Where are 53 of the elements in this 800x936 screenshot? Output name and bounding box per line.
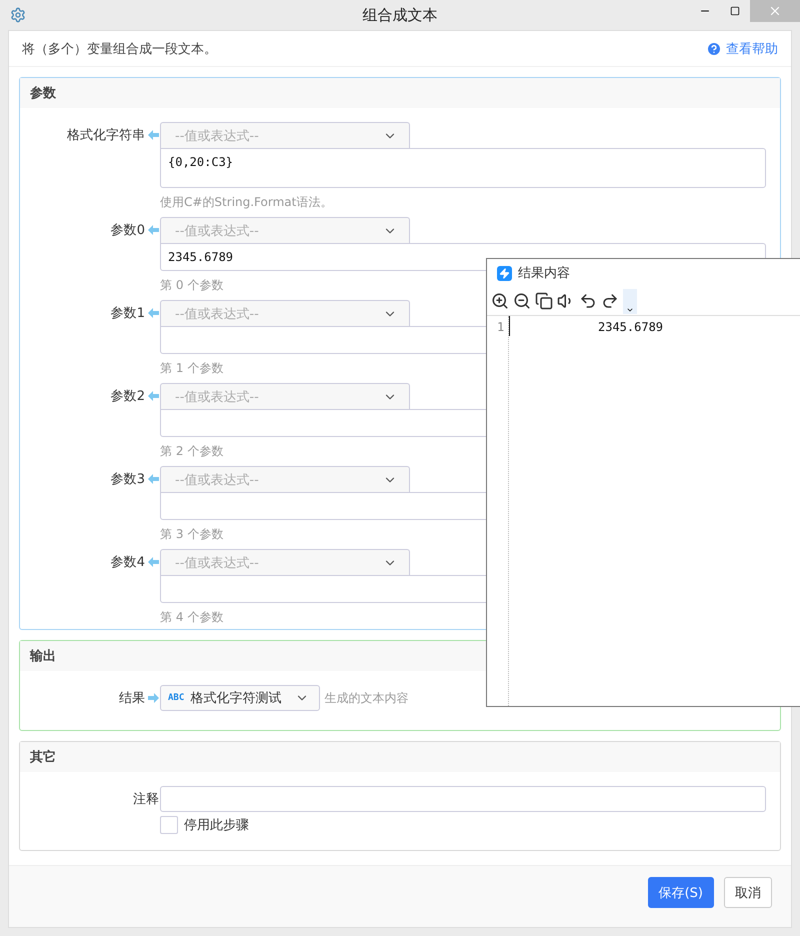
field-label: 参数0	[110, 222, 145, 239]
section-title: 输出	[30, 648, 56, 665]
copy-icon[interactable]	[535, 292, 553, 310]
expression-dropdown[interactable]: --值或表达式--	[160, 383, 410, 409]
left-arrow-icon	[148, 225, 159, 235]
maximize-icon	[730, 6, 740, 16]
settings-icon[interactable]	[10, 7, 26, 23]
hint-text: 第 1 个参数	[160, 360, 224, 377]
checkbox-label: 停用此步骤	[184, 817, 249, 834]
hint-text: 第 2 个参数	[160, 443, 224, 460]
description-text: 将（多个）变量组合成一段文本。	[22, 40, 217, 58]
zoom-out-icon[interactable]	[513, 292, 531, 310]
hint-text: 生成的文本内容	[324, 690, 408, 706]
expression-dropdown[interactable]: --值或表达式--	[160, 466, 410, 492]
field-label: 参数4	[110, 554, 145, 571]
field-label: 格式化字符串	[67, 127, 145, 144]
help-link[interactable]: 查看帮助	[706, 40, 778, 58]
left-arrow-icon	[148, 557, 159, 567]
field-label: 参数1	[110, 305, 145, 322]
left-arrow-icon	[148, 308, 159, 318]
field-label: 注释	[133, 791, 159, 808]
variable-dropdown[interactable]: ABC 格式化字符测试	[160, 685, 320, 711]
cancel-button[interactable]: 取消	[724, 877, 772, 908]
zoom-in-icon[interactable]	[491, 292, 509, 310]
expression-dropdown[interactable]: --值或表达式--	[160, 300, 410, 326]
left-arrow-icon	[148, 130, 159, 140]
expression-dropdown[interactable]: --值或表达式--	[160, 217, 410, 243]
section-title: 参数	[30, 85, 56, 102]
window-title: 组合成文本	[362, 6, 438, 24]
text-area[interactable]: {0,20:C3}	[160, 148, 766, 188]
line-number: 1	[487, 316, 509, 706]
undo-icon[interactable]	[579, 292, 597, 310]
right-arrow-icon	[148, 693, 159, 703]
help-icon	[706, 40, 722, 56]
code-line: 2345.6789	[597, 320, 664, 334]
lightning-icon	[497, 266, 512, 280]
field-label: 参数2	[110, 388, 145, 405]
checkbox[interactable]	[160, 816, 178, 834]
expression-dropdown[interactable]: --值或表达式--	[160, 549, 410, 575]
left-arrow-icon	[148, 474, 159, 484]
field-label: 参数3	[110, 471, 145, 488]
hint-text: 第 4 个参数	[160, 609, 224, 626]
expression-dropdown[interactable]: --值或表达式--	[160, 122, 410, 148]
close-icon	[768, 4, 782, 18]
field-label: 结果	[119, 690, 145, 707]
hint-text: 使用C#的String.Format语法。	[160, 194, 334, 211]
save-button[interactable]: 保存(S)	[648, 877, 714, 908]
left-arrow-icon	[148, 391, 159, 401]
note-input[interactable]	[160, 786, 766, 812]
hint-text: 第 0 个参数	[160, 277, 224, 294]
section-title: 其它	[30, 748, 56, 766]
hint-text: 第 3 个参数	[160, 526, 224, 543]
redo-icon[interactable]	[601, 292, 619, 310]
